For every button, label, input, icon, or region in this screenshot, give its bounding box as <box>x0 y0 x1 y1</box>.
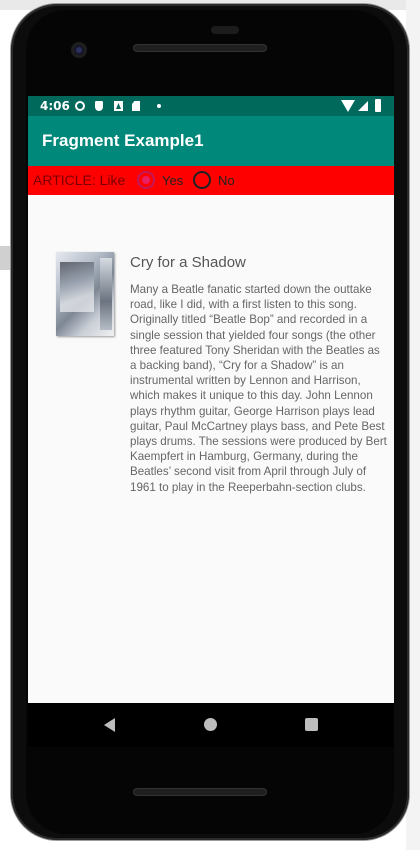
article-like-label: ARTICLE: Like <box>33 172 126 188</box>
shield-icon <box>95 101 103 111</box>
app-bar: Fragment Example1 <box>28 116 394 166</box>
album-cover-image <box>56 252 114 336</box>
like-no-label[interactable]: No <box>218 173 235 188</box>
radio-checked-icon[interactable] <box>137 171 155 189</box>
sd-card-icon <box>132 101 140 111</box>
front-camera-icon <box>71 42 87 58</box>
wifi-icon <box>341 100 355 112</box>
signal-icon <box>358 101 368 111</box>
battery-icon <box>375 99 381 112</box>
song-title: Cry for a Shadow <box>130 254 246 271</box>
bottom-speaker <box>133 788 267 796</box>
desktop-background-mark <box>0 246 10 270</box>
device-screen: 4:06 Fragment Example1 ARTICLE: Like Yes… <box>28 96 394 703</box>
dot-icon <box>157 104 161 108</box>
a-icon <box>114 101 123 111</box>
top-speaker <box>133 44 267 52</box>
song-description: Many a Beatle fanatic started down the o… <box>130 283 387 494</box>
like-no-radio[interactable]: No <box>193 170 235 190</box>
status-time: 4:06 <box>40 99 70 113</box>
article-like-bar: ARTICLE: Like Yes No <box>28 166 394 195</box>
radio-unchecked-icon[interactable] <box>193 171 211 189</box>
status-bar: 4:06 <box>28 96 394 116</box>
like-yes-radio[interactable]: Yes <box>137 170 183 190</box>
back-icon[interactable] <box>104 718 115 732</box>
gear-icon <box>75 101 85 111</box>
home-icon[interactable] <box>204 718 217 731</box>
like-yes-label[interactable]: Yes <box>162 173 183 188</box>
song-fragment: Cry for a Shadow Many a Beatle fanatic s… <box>28 195 394 703</box>
navigation-bar <box>28 703 394 747</box>
recents-icon[interactable] <box>305 718 318 731</box>
earpiece <box>211 26 239 34</box>
app-title: Fragment Example1 <box>42 131 204 150</box>
